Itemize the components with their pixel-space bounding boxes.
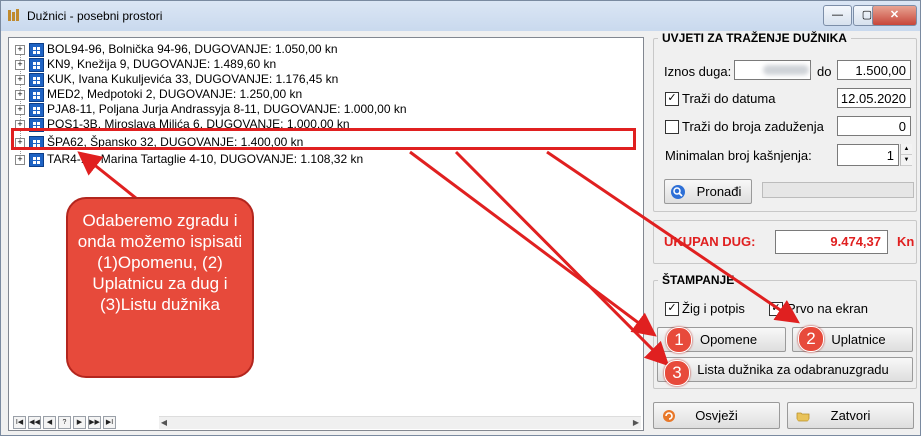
- step-badge-3: 3: [664, 360, 690, 386]
- arrow-to-payslips: [546, 150, 800, 324]
- step-badge-1: 1: [666, 327, 692, 353]
- tutorial-callout: Odaberemo zgradu i onda možemo ispisati …: [66, 197, 254, 378]
- step-badge-2: 2: [798, 326, 824, 352]
- arrow-to-reminders: [409, 150, 657, 337]
- arrow-to-list: [454, 150, 670, 367]
